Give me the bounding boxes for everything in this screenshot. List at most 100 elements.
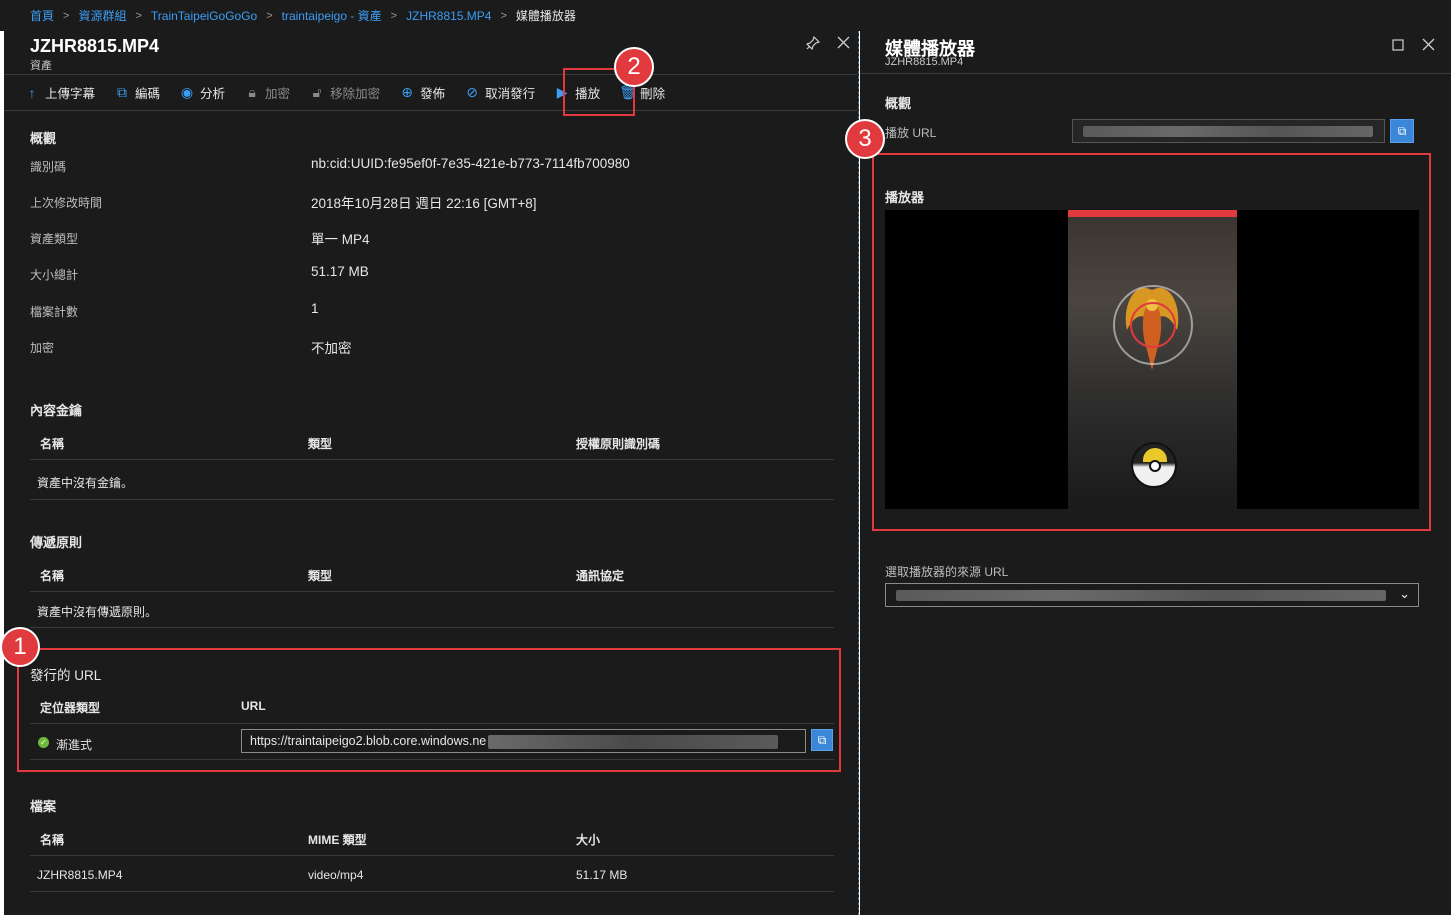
play-button[interactable]: ▶ 播放 [554,83,600,102]
content-keys-table: 名稱 類型 授權原則識別碼 資產中沒有金鑰。 [30,424,834,500]
delete-label: 刪除 [640,87,666,101]
maximize-icon[interactable] [1392,38,1404,55]
encode-button[interactable]: ⧉ 編碼 [114,83,160,102]
table-header-row: 名稱 類型 授權原則識別碼 [30,424,834,460]
encryption-value: 不加密 [311,341,352,356]
encrypt-button[interactable]: 🔒︎ 加密 [244,83,290,102]
encrypt-label: 加密 [265,87,291,101]
ball-button [1149,460,1161,472]
copy-icon[interactable]: ⧉ [811,729,833,751]
analyze-button[interactable]: ◉ 分析 [179,83,225,102]
empty-message: 資產中沒有金鑰。 [37,476,134,490]
cancel-icon: ⊘ [466,84,478,100]
pokeball-image [1131,442,1177,488]
modified-value: 2018年10月28日 週日 22:16 [GMT+8] [311,196,537,211]
media-player-blade: 媒體播放器 JZHR8815.MP4 概觀 播放 URL ⧉ 播放器 選取播放器… [860,31,1451,915]
close-icon[interactable] [837,36,850,53]
chevron-right-icon: > [390,9,398,22]
table-row[interactable]: JZHR8815.MP4 video/mp4 51.17 MB [30,856,834,892]
published-urls-title: 發行的 URL [30,668,102,683]
column-header: 授權原則識別碼 [576,437,661,451]
breadcrumb: 首頁 > 資源群組 > TrainTaipeiGoGoGo > traintai… [0,0,1451,31]
publish-button[interactable]: ⊕ 發佈 [399,83,445,102]
check-circle-icon: ✓ [38,737,49,748]
step-badge-1: 1 [0,627,40,667]
files-title: 檔案 [30,799,57,814]
overview-title: 概觀 [30,131,57,146]
column-header: 定位器類型 [40,701,101,715]
unpublish-label: 取消發行 [485,87,536,101]
publish-label: 發佈 [420,87,446,101]
column-header: 名稱 [40,833,65,847]
content-keys-title: 內容金鑰 [30,403,83,418]
id-key: 識別碼 [30,160,67,174]
breadcrumb-current: 媒體播放器 [515,9,576,23]
table-header-row: 名稱 MIME 類型 大小 [30,820,834,856]
player-blade-subtitle: JZHR8815.MP4 [885,56,964,68]
chevron-right-icon: > [135,9,142,22]
breadcrumb-home[interactable]: 首頁 [30,7,54,24]
file-mime: video/mp4 [308,868,364,882]
step-badge-2: 2 [614,47,654,87]
video-frame [1068,210,1237,509]
asset-type-key: 資產類型 [30,232,79,246]
breadcrumb-resource-group[interactable]: TrainTaipeiGoGoGo [151,9,257,23]
player-title: 播放器 [885,190,925,205]
globe-icon: ⊕ [401,84,413,100]
command-bar: ↑ 上傳字幕 ⧉ 編碼 ◉ 分析 🔒︎ 加密 🔓︎ 移除加密 ⊕ 發佈 ⊘ 取消… [4,74,858,111]
close-icon[interactable] [1422,38,1435,55]
locator-type: 漸進式 [56,738,93,752]
play-url-field[interactable] [1072,119,1385,143]
video-status-bar [1068,210,1237,217]
column-header: 名稱 [40,569,65,583]
column-header: 大小 [576,833,601,847]
unpublish-button[interactable]: ⊘ 取消發行 [464,83,535,102]
files-table: 名稱 MIME 類型 大小 JZHR8815.MP4 video/mp4 51.… [30,820,834,892]
column-header: 通訊協定 [576,569,625,583]
chevron-right-icon: > [266,9,273,22]
published-url-text: https://traintaipeigo2.blob.core.windows… [250,734,487,748]
column-header: 類型 [308,437,333,451]
upload-captions-button[interactable]: ↑ 上傳字幕 [24,83,96,102]
play-label: 播放 [575,87,601,101]
delivery-policy-table: 名稱 類型 通訊協定 資產中沒有傳遞原則。 [30,556,834,628]
asset-blade-header: JZHR8815.MP4 資產 [4,31,858,73]
empty-row: 資產中沒有傳遞原則。 [30,592,834,628]
copy-icon[interactable]: ⧉ [1390,119,1414,143]
modified-key: 上次修改時間 [30,196,103,210]
redacted-url [896,590,1386,601]
remove-encryption-button[interactable]: 🔓︎ 移除加密 [309,83,381,102]
play-icon: ▶ [556,84,568,100]
breadcrumb-asset[interactable]: JZHR8815.MP4 [406,9,491,23]
table-header-row: 定位器類型 URL [30,688,834,724]
breadcrumb-resource-groups[interactable]: 資源群組 [78,7,126,24]
redacted-url [1083,126,1373,137]
empty-message: 資產中沒有傳遞原則。 [37,605,158,619]
video-player[interactable] [885,210,1419,509]
empty-row: 資產中沒有金鑰。 [30,460,834,500]
step-badge-3: 3 [845,119,885,159]
total-size-key: 大小總計 [30,268,79,282]
remove-encryption-label: 移除加密 [330,87,381,101]
analyze-label: 分析 [200,87,226,101]
published-url-field[interactable]: https://traintaipeigo2.blob.core.windows… [241,729,806,753]
total-size-value: 51.17 MB [311,264,369,279]
file-count-key: 檔案計數 [30,305,79,319]
source-url-label: 選取播放器的來源 URL [885,565,1009,579]
upload-captions-label: 上傳字幕 [45,87,96,101]
chevron-right-icon: > [63,9,70,22]
delete-button[interactable]: 🗑︎ 刪除 [619,83,665,102]
source-url-dropdown[interactable]: ⌄ [885,583,1419,607]
column-header: URL [241,699,266,713]
upload-icon: ↑ [28,84,36,101]
unlock-icon: 🔓︎ [312,84,322,100]
id-value: nb:cid:UUID:fe95ef0f-7e35-421e-b773-7114… [311,156,630,171]
pin-icon[interactable] [805,35,821,54]
divider [860,73,1451,74]
file-count-value: 1 [311,301,319,316]
breadcrumb-assets[interactable]: traintaipeigo - 資產 [282,7,382,24]
player-overview-title: 概觀 [885,96,912,111]
table-row: ✓ 漸進式 https://traintaipeigo2.blob.core.w… [30,724,834,760]
column-header: 類型 [308,569,333,583]
lock-icon: 🔒︎ [248,84,256,100]
